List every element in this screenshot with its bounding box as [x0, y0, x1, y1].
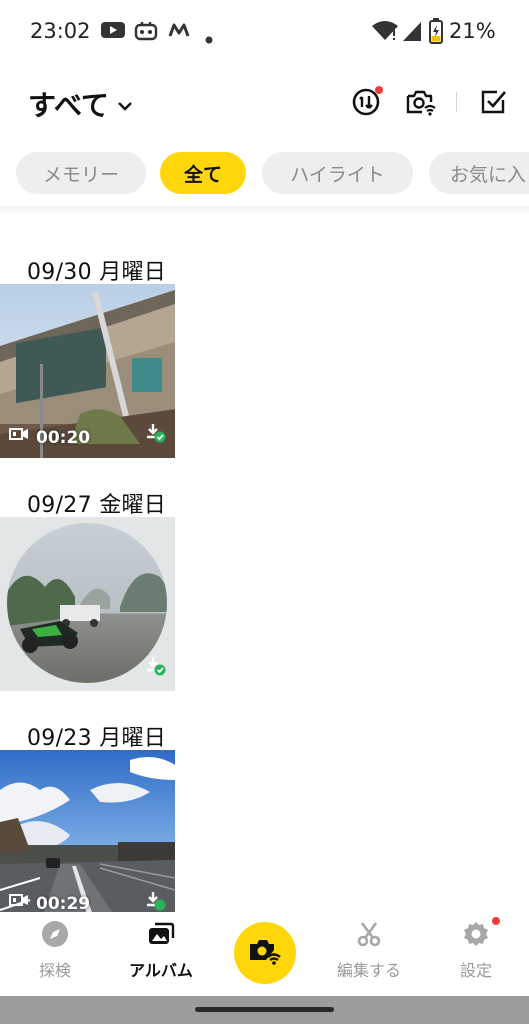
nav-label: アルバム [129, 961, 193, 980]
gear-icon [462, 920, 490, 952]
album-icon [147, 920, 175, 952]
notification-badge [375, 86, 383, 94]
scissors-icon [355, 920, 383, 952]
video-360-icon [9, 892, 29, 912]
select-button[interactable] [478, 86, 510, 118]
header-divider [456, 92, 457, 112]
chip-highlight[interactable]: ハイライト [262, 152, 413, 194]
section-date: 09/30 月曜日 [27, 260, 167, 285]
camera-wifi-icon [405, 90, 437, 122]
chips-divider [0, 206, 529, 216]
m-app-icon [168, 20, 190, 44]
compass-icon [41, 920, 69, 952]
home-indicator[interactable] [195, 1007, 334, 1012]
camera-connect-button[interactable] [234, 922, 296, 984]
chevron-down-icon [117, 97, 133, 116]
camera-wifi-button[interactable] [405, 86, 437, 118]
nav-label: 編集する [336, 961, 401, 980]
nav-explore[interactable]: 探検 [5, 912, 105, 996]
sync-badge-button[interactable] [351, 86, 383, 118]
nav-label: 探検 [38, 961, 71, 980]
thumbnail-image [0, 750, 175, 912]
video-duration: 00:20 [36, 428, 91, 448]
album-header: すべて [0, 70, 529, 134]
cell-signal-icon [401, 20, 423, 46]
media-thumbnail[interactable]: 00:29 [0, 750, 175, 912]
video-360-icon [9, 426, 29, 446]
notification-dot-icon [205, 29, 213, 48]
album-filter-dropdown[interactable]: すべて [28, 84, 133, 124]
nav-edit[interactable]: 編集する [319, 912, 419, 996]
filter-chips: メモリー 全て ハイライト お気に入 [0, 152, 529, 194]
wifi-icon [371, 20, 399, 46]
youtube-icon [100, 20, 126, 44]
battery-percent: 21% [449, 19, 496, 43]
chip-all[interactable]: 全て [160, 152, 246, 194]
gesture-bar [0, 996, 529, 1024]
battery-charging-icon [429, 18, 443, 48]
nav-album[interactable]: アルバム [111, 912, 211, 996]
status-bar: 23:02 21% [0, 0, 529, 64]
nav-label: 設定 [459, 961, 492, 980]
video-duration: 00:29 [36, 894, 91, 912]
select-checkbox-icon [478, 90, 510, 122]
status-time: 23:02 [30, 19, 91, 43]
media-thumbnail[interactable]: 00:20 [0, 284, 175, 458]
section-date: 09/27 金曜日 [27, 493, 167, 518]
downloaded-icon [145, 422, 167, 448]
bottom-navigation: 探検 アルバム 編集する 設定 [0, 912, 529, 996]
settings-badge [492, 917, 500, 925]
chip-favorites[interactable]: お気に入 [429, 152, 529, 194]
game-controller-icon [134, 20, 158, 46]
media-thumbnail[interactable] [0, 517, 175, 691]
nav-settings[interactable]: 設定 [426, 912, 526, 996]
sync-badge-icon [351, 88, 383, 122]
downloaded-icon [145, 655, 167, 681]
chip-memory[interactable]: メモリー [16, 152, 146, 194]
downloaded-icon [145, 890, 167, 912]
camera-connect-icon [248, 936, 282, 970]
page-title: すべて [28, 89, 109, 122]
section-date: 09/23 月曜日 [27, 726, 167, 751]
